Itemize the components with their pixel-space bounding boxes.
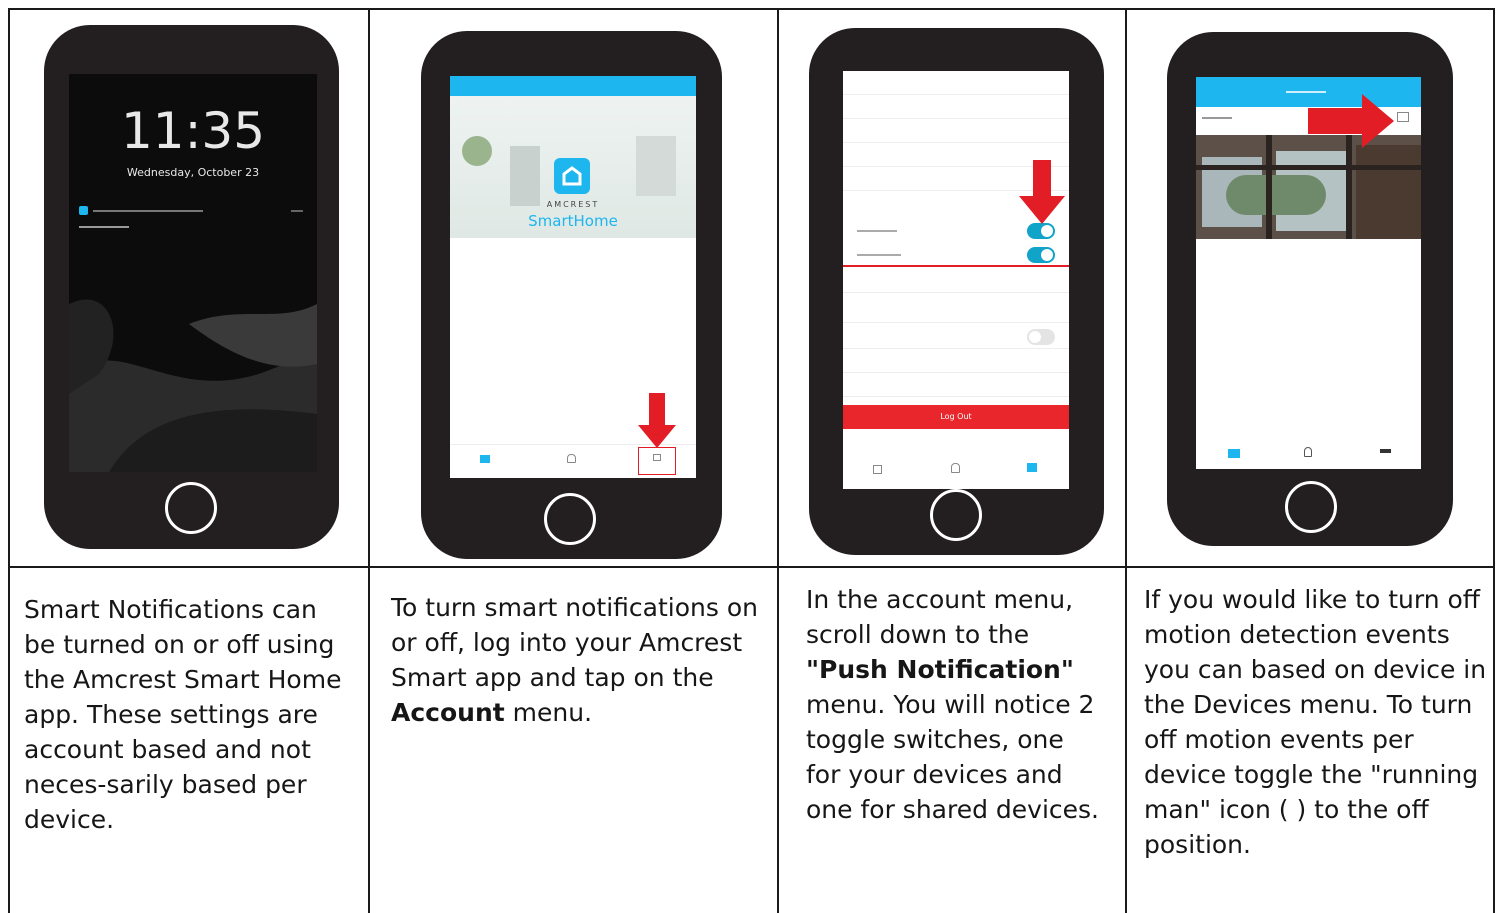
table-divider-3 — [1125, 8, 1127, 913]
hero-banner: AMCREST SmartHome — [450, 96, 696, 238]
bottom-nav — [450, 444, 696, 478]
phone-1: 11:35 Wednesday, October 23 — [44, 25, 339, 549]
phone-2: AMCREST SmartHome — [421, 31, 722, 559]
devices-tab-icon[interactable] — [873, 465, 882, 474]
table-border-top — [8, 8, 1495, 10]
bell-tab-icon[interactable] — [1304, 447, 1312, 457]
devices-tab-icon[interactable] — [480, 455, 490, 463]
menu-row[interactable] — [843, 95, 1069, 119]
push-notification-emphasis: "Push Notification" — [806, 655, 1074, 684]
panel-4-text: If you would like to turn off motion det… — [1144, 585, 1487, 859]
bottom-nav — [1196, 443, 1421, 469]
menu-toggle-off[interactable] — [1027, 329, 1055, 345]
home-button[interactable] — [930, 489, 982, 541]
table-border-right — [1493, 8, 1495, 913]
brand-name: AMCREST — [546, 200, 600, 209]
menu-row[interactable] — [843, 119, 1069, 143]
panel-1-text: Smart Notifications can be turned on or … — [24, 595, 342, 834]
menu-row[interactable] — [843, 373, 1069, 397]
table-border-left — [8, 8, 10, 913]
home-button[interactable] — [1285, 481, 1337, 533]
account-tab-icon[interactable] — [1380, 449, 1391, 453]
house-glyph — [562, 166, 582, 186]
devices-tab-icon[interactable] — [1228, 449, 1240, 458]
account-emphasis: Account — [391, 698, 505, 727]
menu-row[interactable] — [843, 325, 1069, 349]
phone-3: Log Out — [809, 28, 1104, 555]
lock-time: 11:35 — [120, 102, 266, 160]
bottom-nav — [843, 455, 1069, 489]
camera-preview[interactable] — [1196, 135, 1421, 239]
table-divider-1 — [368, 8, 370, 913]
house-logo-icon — [554, 158, 590, 194]
running-man-icon[interactable] — [1397, 112, 1409, 122]
account-tab-icon[interactable] — [638, 447, 676, 475]
red-arrow-account — [638, 393, 676, 448]
panel-2-text: To turn smart notifications on or off, l… — [391, 593, 758, 727]
lock-screen: 11:35 Wednesday, October 23 — [69, 74, 317, 472]
logout-button[interactable]: Log Out — [843, 405, 1069, 429]
bell-tab-icon[interactable] — [567, 454, 576, 463]
table-row-divider — [8, 566, 1495, 568]
menu-row[interactable] — [843, 349, 1069, 373]
red-arrow-running-man — [1308, 94, 1394, 148]
app-header-bar — [450, 76, 696, 96]
red-arrow-toggles — [1019, 160, 1065, 224]
account-tab-icon[interactable] — [1027, 463, 1037, 472]
app-icon — [79, 206, 88, 215]
menu-row[interactable] — [843, 299, 1069, 323]
home-button[interactable] — [165, 482, 217, 534]
notification-banner[interactable] — [79, 204, 307, 238]
product-name: SmartHome — [528, 212, 618, 230]
home-button[interactable] — [544, 493, 596, 545]
lock-date: Wednesday, October 23 — [126, 166, 260, 179]
menu-row[interactable] — [843, 71, 1069, 95]
panel-3-text: In the account menu, scroll down to the … — [806, 585, 1099, 824]
table-divider-2 — [777, 8, 779, 913]
phone-4 — [1167, 32, 1453, 546]
account-menu-screen: Log Out — [843, 71, 1069, 489]
my-devices-toggle[interactable] — [1027, 223, 1055, 239]
menu-row[interactable] — [843, 269, 1069, 293]
bell-tab-icon[interactable] — [951, 463, 960, 473]
shared-devices-toggle[interactable] — [1027, 247, 1055, 263]
push-notification-section — [843, 219, 1069, 267]
